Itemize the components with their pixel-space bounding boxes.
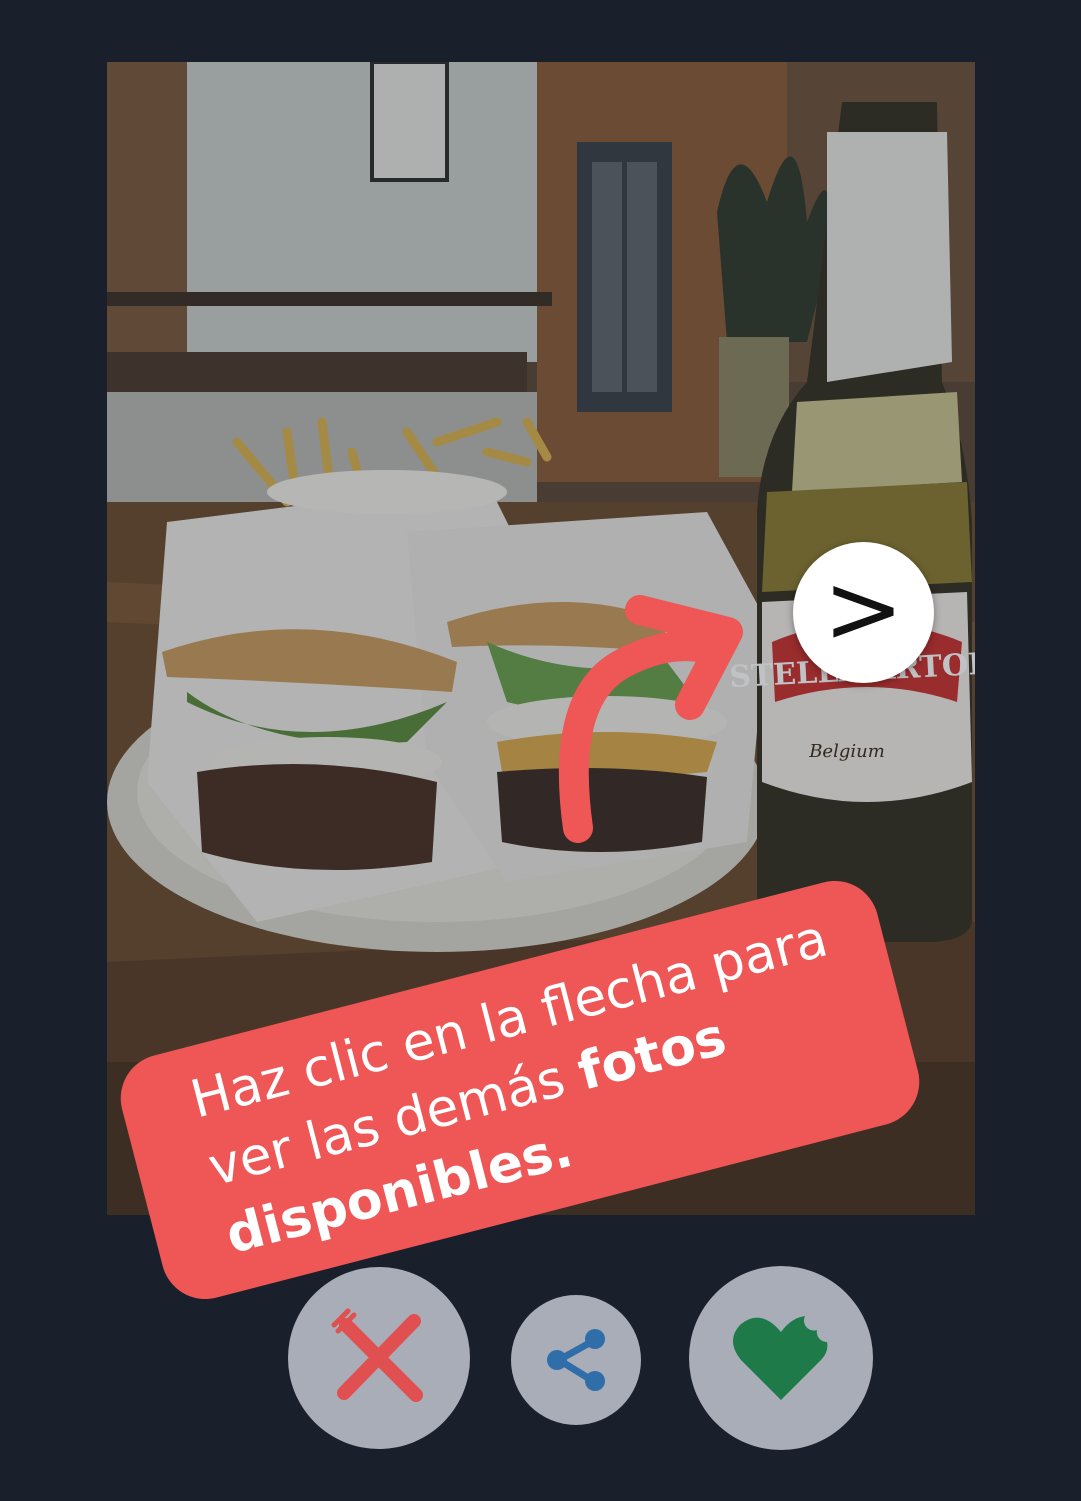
next-photo-button[interactable]: > bbox=[793, 542, 934, 683]
share-button[interactable] bbox=[511, 1295, 641, 1425]
next-arrow-icon: > bbox=[823, 552, 904, 665]
bitten-heart-icon bbox=[733, 1316, 828, 1400]
share-icon bbox=[547, 1329, 605, 1391]
crossed-fork-knife-icon bbox=[331, 1308, 423, 1402]
recommendation-screen: STELLA ARTOIS Belgium > Haz clic en la f… bbox=[0, 0, 1081, 1501]
pointer-arrow bbox=[558, 595, 743, 843]
like-button[interactable] bbox=[689, 1266, 873, 1450]
dislike-button[interactable] bbox=[288, 1267, 470, 1449]
